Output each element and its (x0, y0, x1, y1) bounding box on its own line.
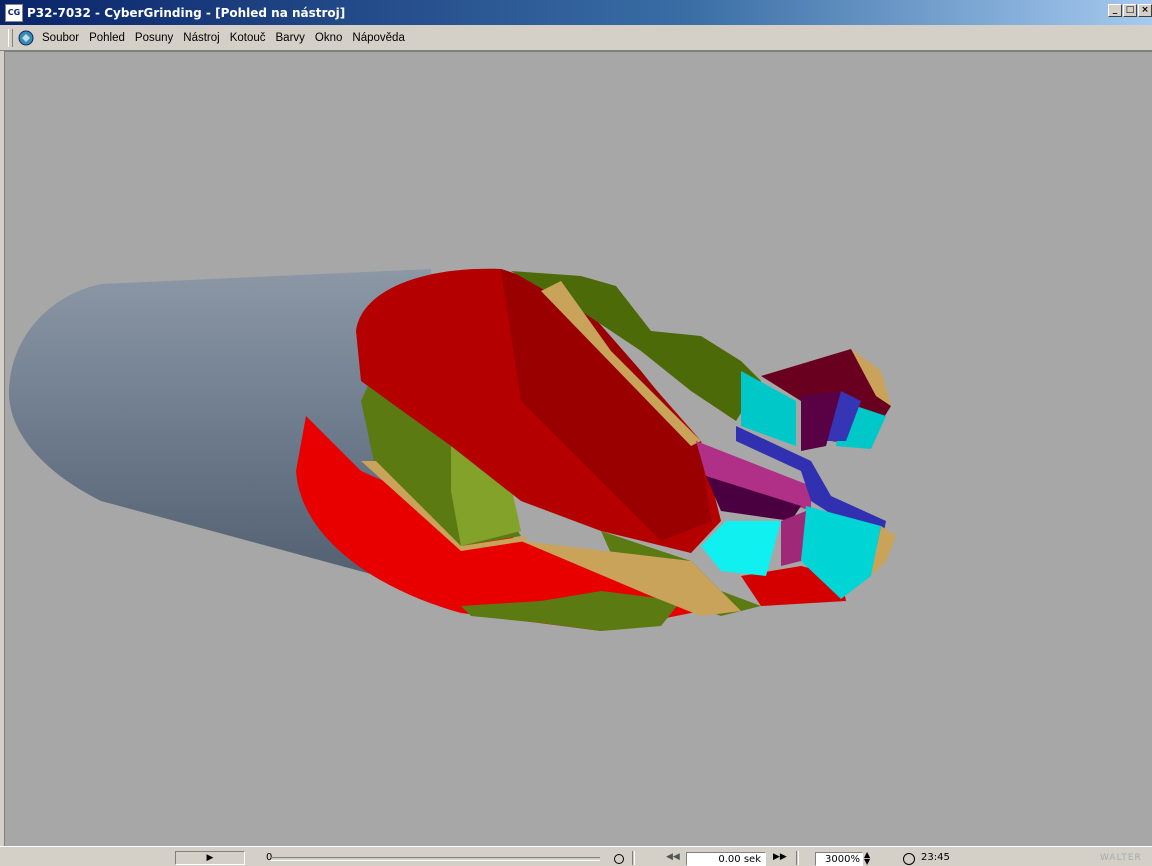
toolbar-grip[interactable] (8, 28, 13, 47)
play-icon: ▶ (206, 853, 214, 863)
menu-nastroj[interactable]: Nástroj (178, 32, 224, 44)
app-icon: CG (5, 3, 23, 22)
menu-napoveda[interactable]: Nápověda (347, 32, 409, 44)
menu-items: Soubor Pohled Posuny Nástroj Kotouč Barvy Okno… (37, 32, 410, 44)
document-icon[interactable] (17, 29, 35, 47)
menu-kotouc[interactable]: Kotouč (225, 32, 271, 44)
slider-track (270, 857, 600, 861)
simulation-slider[interactable]: 0 (262, 851, 602, 865)
end-mill-model (9, 268, 896, 631)
menu-barvy[interactable]: Barvy (271, 32, 310, 44)
separator (632, 851, 635, 865)
title-bar: CG P32-7032 - CyberGrinding - [Pohled na… (0, 0, 1152, 25)
menu-okno[interactable]: Okno (310, 32, 348, 44)
menu-pohled[interactable]: Pohled (84, 32, 130, 44)
minimize-button[interactable]: _ (1108, 4, 1122, 17)
menu-soubor[interactable]: Soubor (37, 32, 84, 44)
close-button[interactable]: × (1138, 4, 1152, 17)
play-button[interactable]: ▶ (175, 851, 245, 865)
logo: WALTER (1100, 853, 1142, 863)
maximize-button[interactable]: □ (1123, 4, 1137, 17)
menu-posuny[interactable]: Posuny (130, 32, 178, 44)
stop-icon[interactable] (614, 854, 624, 864)
status-bar: ▶ 0 ◀◀ 0.00 sek ▶▶ 3000% ▲ ▼ 23:45 WALTER (0, 846, 1152, 866)
tool-3d-viewport[interactable] (4, 51, 1152, 846)
separator (796, 851, 799, 865)
window-title: P32-7032 - CyberGrinding - [Pohled na ná… (27, 5, 346, 20)
clock-icon (903, 853, 915, 865)
window-controls: _ □ × (1108, 4, 1152, 17)
rewind-icon[interactable]: ◀◀ (666, 852, 680, 862)
fast-forward-icon[interactable]: ▶▶ (773, 852, 787, 862)
zoom-spinner[interactable]: ▲ ▼ (864, 851, 870, 866)
clock-time: 23:45 (921, 852, 950, 863)
menu-bar: Soubor Pohled Posuny Nástroj Kotouč Barvy Okno… (0, 25, 1152, 69)
